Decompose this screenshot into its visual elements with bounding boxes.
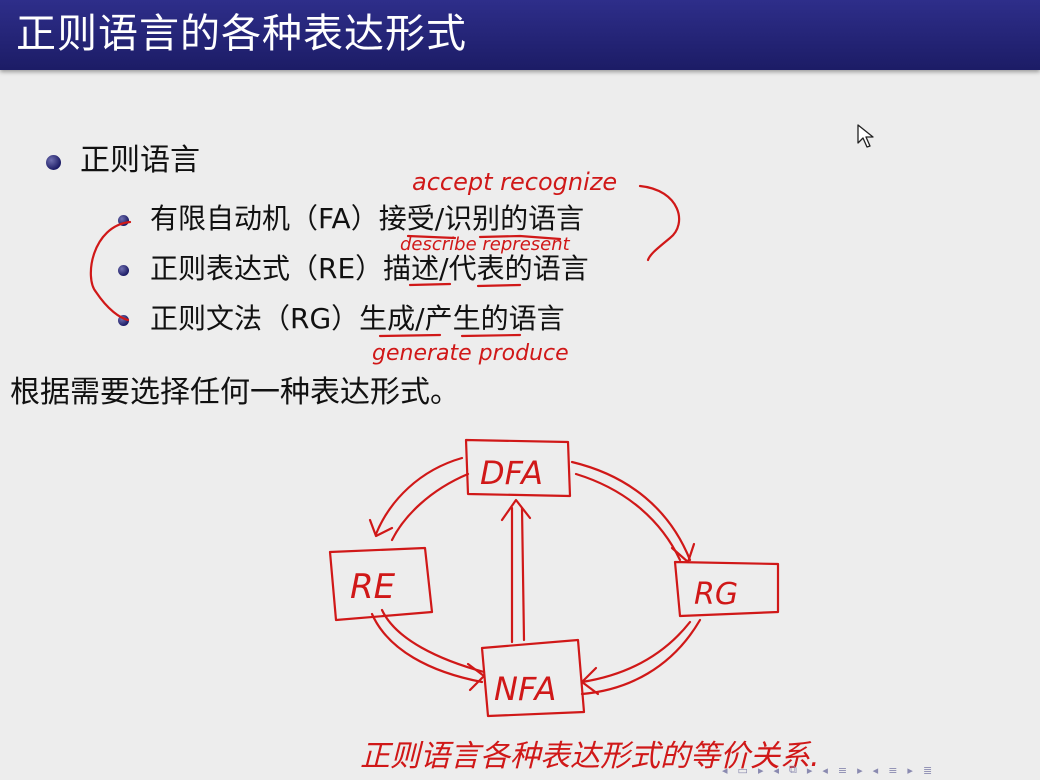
selection-note: 根据需要选择任何一种表达形式。 <box>10 375 460 410</box>
bullet-icon <box>118 215 129 226</box>
right-arrow-icon[interactable]: ▸ <box>807 764 813 777</box>
section-icon[interactable]: ≡ <box>888 764 897 777</box>
node-nfa: NFA <box>494 670 556 708</box>
right-arrow-icon[interactable]: ▸ <box>857 764 863 777</box>
section-icon[interactable]: ≡ <box>838 764 847 777</box>
arrow-dfa-rg <box>570 460 692 562</box>
arrow-re-nfa <box>370 612 484 684</box>
bullet-icon <box>118 265 129 276</box>
arrow-rg-nfa <box>580 620 692 684</box>
sub-item-re: 正则表达式（RE）描述/代表的语言 <box>150 252 589 285</box>
note-accept-recognize: accept recognize <box>412 168 617 196</box>
bullet-icon <box>46 155 61 170</box>
re-box <box>328 546 434 622</box>
nfa-box <box>480 638 586 718</box>
frame-icon[interactable]: ▭ <box>738 764 748 777</box>
left-arrow-icon[interactable]: ◂ <box>873 764 879 777</box>
rg-box <box>673 560 780 618</box>
right-arrow-icon[interactable]: ▸ <box>758 764 764 777</box>
bracket-right <box>638 184 681 262</box>
mouse-cursor-icon <box>857 124 874 148</box>
sub-item-rg: 正则文法（RG）生成/产生的语言 <box>150 302 565 335</box>
node-rg: RG <box>694 577 738 612</box>
right-arrow-icon[interactable]: ▸ <box>907 764 913 777</box>
title-bar: 正则语言的各种表达形式 <box>0 0 1040 70</box>
node-re: RE <box>350 567 396 607</box>
bullet-regular-language: 正则语言 <box>80 143 200 178</box>
left-arrow-icon[interactable]: ◂ <box>773 764 779 777</box>
bullet-icon <box>118 315 129 326</box>
slide-title: 正则语言的各种表达形式 <box>16 11 467 57</box>
arrow-dfa-re <box>374 456 464 536</box>
subsection-icon[interactable]: ⧉ <box>789 763 797 777</box>
left-arrow-icon[interactable]: ◂ <box>722 764 728 777</box>
sub-item-fa: 有限自动机（FA）接受/识别的语言 <box>150 202 585 235</box>
align-icon[interactable]: ≣ <box>923 764 932 777</box>
dfa-box <box>464 438 572 498</box>
node-dfa: DFA <box>480 454 543 492</box>
left-arrow-icon[interactable]: ◂ <box>822 764 828 777</box>
note-generate-produce: generate produce <box>372 341 569 366</box>
beamer-navigation: ◂ ▭ ▸ ◂ ⧉ ▸ ◂ ≡ ▸ ◂ ≡ ▸ ≣ <box>722 762 1037 778</box>
